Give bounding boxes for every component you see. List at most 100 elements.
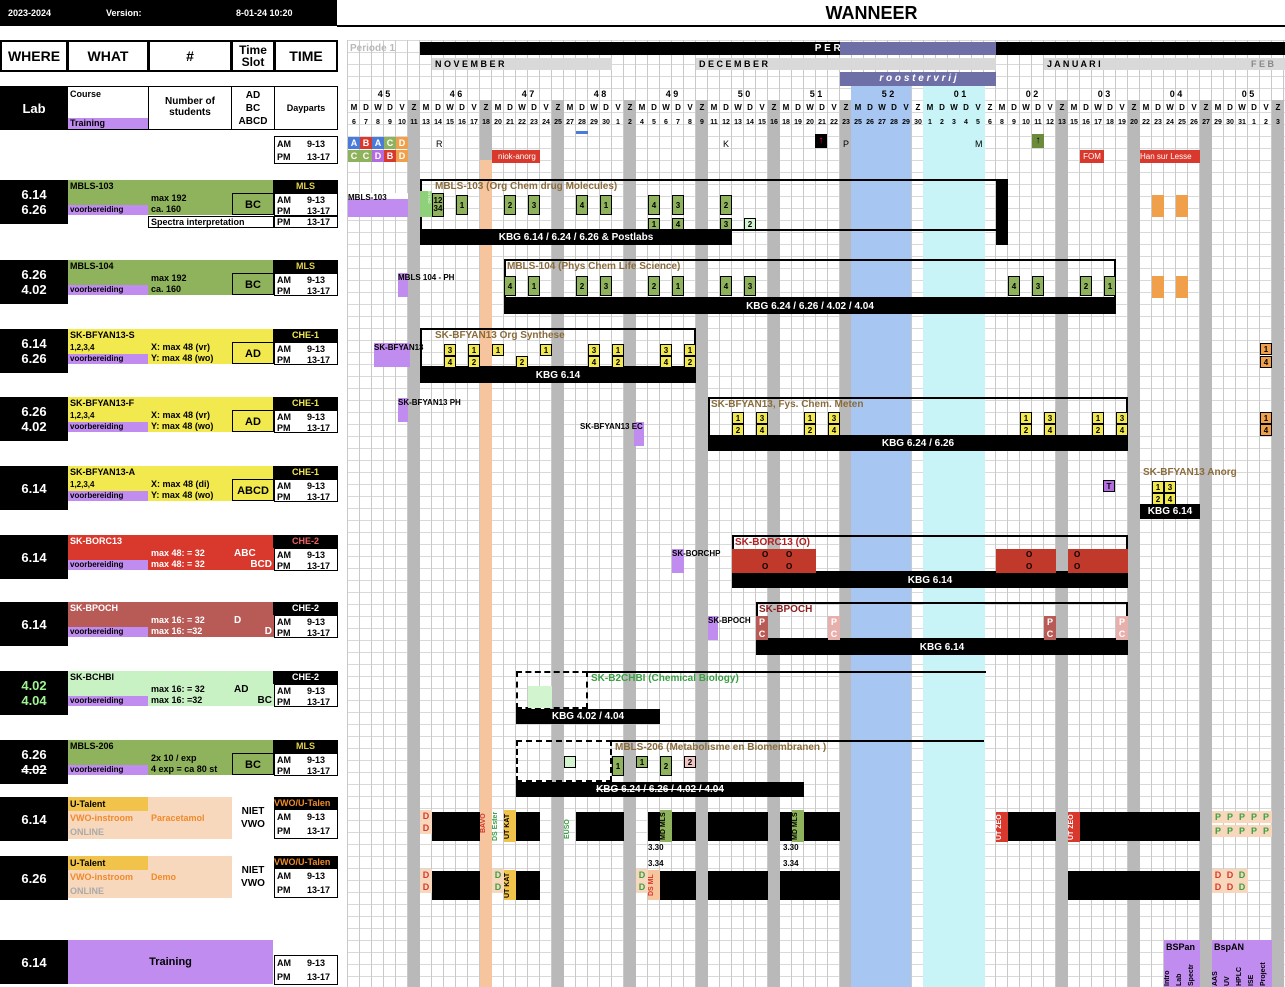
day-name: M: [422, 103, 430, 112]
p-marker: P: [1212, 825, 1224, 837]
legend-lab: Lab: [0, 86, 68, 130]
session-cell: 3: [744, 276, 756, 296]
date-number: 4: [964, 119, 968, 126]
group-label: [68, 273, 148, 285]
course-name[interactable]: MBLS-206: [68, 740, 273, 753]
day-name: V: [759, 103, 765, 112]
timeslot: AD: [232, 410, 274, 432]
session-cell: 4: [444, 356, 456, 368]
o-marker: O: [786, 562, 793, 571]
c-marker: C: [1044, 628, 1056, 640]
course-name[interactable]: MBLS-104: [68, 260, 273, 273]
am-time: 9-13: [307, 958, 326, 968]
timeslot: D: [232, 615, 274, 626]
student-count: ca. 160: [148, 284, 232, 295]
date-number: 4: [640, 119, 644, 126]
timeslot: BC: [232, 193, 274, 215]
course-name[interactable]: SK-BFYAN13-F: [68, 397, 273, 410]
day-name: W: [1238, 103, 1246, 112]
session-cell: 3: [1164, 481, 1176, 493]
date-number: 6: [988, 119, 992, 126]
day-name: Z: [915, 103, 921, 112]
pm-label: PM: [277, 697, 291, 707]
course-name[interactable]: SK-BPOCH: [68, 602, 273, 615]
day-name: W: [734, 103, 742, 112]
utalent-name: U-Talent: [68, 797, 148, 811]
session-cell: 1: [528, 276, 540, 296]
timeslot: BCD: [232, 559, 274, 570]
utalent-block: [648, 812, 696, 841]
dayparts: AM 9-13 PM 13-17: [274, 342, 338, 365]
dayparts: AM 9-13 PM 13-17: [274, 410, 338, 433]
dayparts: AM 9-13 PM 13-17: [274, 193, 338, 216]
pm-time-label: 13-17: [307, 206, 331, 216]
lab-secondary: 4.04: [21, 693, 47, 708]
lab-primary: 6.26: [21, 404, 47, 419]
course-name[interactable]: SK-BCHBI: [68, 671, 273, 684]
day-name: M: [638, 103, 646, 112]
dayparts: AM 9-13 PM 13-17: [274, 753, 338, 776]
date-number: 23: [1154, 119, 1162, 126]
am-time-label: 9-13: [307, 871, 326, 881]
day-name: W: [950, 103, 958, 112]
gantt-mbls103-bar: KBG 6.14 / 6.24 / 6.26 & Postlabs: [420, 230, 732, 245]
session-cell: 2: [468, 356, 480, 368]
day-name: D: [939, 103, 945, 112]
row-tag: MBLS-103: [348, 193, 408, 217]
session-cell: 2: [744, 218, 756, 230]
day-name: V: [975, 103, 981, 112]
date-number: 9: [1012, 119, 1016, 126]
date-number: 5: [652, 119, 656, 126]
session-cell: 1: [540, 344, 552, 356]
pm-time-label: 13-17: [307, 697, 331, 707]
row-lab: 6.14: [0, 466, 68, 510]
pm-label: PM: [277, 492, 291, 502]
o-marker: O: [786, 550, 793, 559]
course-name[interactable]: SK-BFYAN13-A: [68, 466, 273, 479]
han-badge: Han sur Lesse: [1140, 150, 1200, 163]
session-cell: 1: [1260, 412, 1272, 424]
d-marker: D: [420, 881, 432, 893]
row-tag: SK-BFYAN13 EC: [580, 422, 650, 446]
session-cell: 3: [444, 344, 456, 356]
session-cell: 3: [1116, 412, 1128, 424]
course-name[interactable]: MBLS-103: [68, 180, 273, 193]
course-name[interactable]: SK-BFYAN13-S: [68, 329, 273, 342]
date-number: 10: [1022, 119, 1030, 126]
group-label: 1,2,3,4: [68, 342, 148, 354]
periode-1: Periode 1: [350, 43, 396, 54]
slot-letter: B: [360, 137, 372, 149]
dept-badge: MLS: [273, 180, 338, 193]
gantt-mbls104-title: MBLS-104 (Phys Chem Life Science): [507, 261, 681, 272]
session-cell: 1: [456, 195, 468, 215]
course-name[interactable]: SK-BORC13: [68, 535, 273, 548]
time-330: 3.30: [648, 843, 664, 852]
date-number: 15: [1070, 119, 1078, 126]
week-number: 4 5: [377, 89, 391, 99]
day-name: V: [615, 103, 621, 112]
dayparts: AM 9-13 PM 13-17: [274, 273, 338, 296]
session-cell: 3: [756, 412, 768, 424]
vertical-label: MD MLS: [660, 810, 672, 842]
session-cell: 4: [1008, 276, 1020, 296]
day-name: V: [543, 103, 549, 112]
month-feb: F E B: [1248, 58, 1285, 70]
row-lab: 6.14: [0, 602, 68, 646]
student-count: max 16: =32: [148, 626, 232, 637]
day-name: W: [806, 103, 814, 112]
session-cell: 2: [504, 195, 516, 215]
lab-secondary: 6.26: [21, 202, 47, 217]
intro-cell: INTRO: [420, 191, 432, 217]
col-num: #: [148, 40, 232, 72]
day-name: W: [374, 103, 382, 112]
day-name: V: [1191, 103, 1197, 112]
pm-time: 13-17: [307, 217, 331, 227]
row-lab: 6.26 4.02: [0, 397, 68, 441]
gantt-mbls206-bar-text: KBG 6.24 / 6.26 / 4.02 / 4.04: [596, 784, 724, 795]
date-number: 20: [494, 119, 502, 126]
am-label: AM: [277, 275, 291, 285]
day-name: D: [435, 103, 441, 112]
date-number: 25: [554, 119, 562, 126]
d-marker: D: [636, 881, 648, 893]
time-334: 3.34: [783, 859, 799, 868]
